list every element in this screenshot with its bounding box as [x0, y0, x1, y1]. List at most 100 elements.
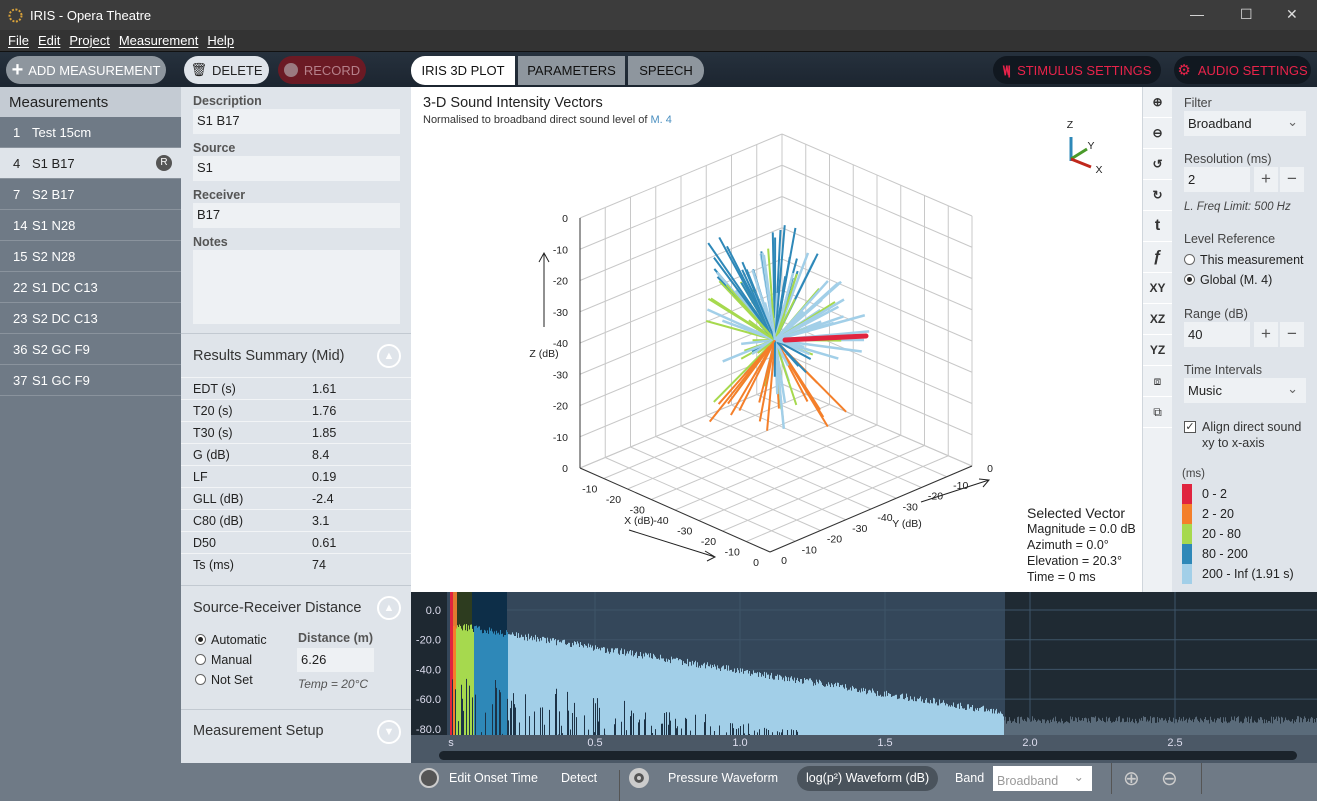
menu-edit[interactable]: Edit — [38, 30, 60, 51]
radio-not-set[interactable]: Not Set — [195, 670, 267, 690]
tab-speech[interactable]: SPEECH — [628, 56, 704, 85]
measurement-number: 7 — [0, 187, 32, 202]
legend-swatch — [1182, 544, 1192, 564]
sidebar-item-measurement[interactable]: 15S2 N28 — [0, 241, 181, 272]
range-input[interactable]: 40 — [1184, 322, 1250, 347]
delete-button[interactable]: 🗑DELETE — [184, 56, 269, 84]
measurement-name: S2 N28 — [32, 249, 75, 264]
result-name: T30 (s) — [193, 422, 233, 444]
audio-settings-button[interactable]: ⚙AUDIO SETTINGS — [1174, 56, 1311, 84]
z-axis-label: Z (dB) — [529, 348, 558, 360]
menu-project[interactable]: Project — [69, 30, 109, 51]
sidebar-item-measurement[interactable]: 22S1 DC C13 — [0, 272, 181, 303]
legend-item: 0 - 2 — [1182, 484, 1227, 504]
cube-view-icon[interactable]: ⧈ — [1143, 366, 1172, 397]
notes-input[interactable] — [193, 250, 400, 324]
measurement-name: S2 GC F9 — [32, 342, 90, 357]
iris-3d-plot[interactable]: 3-D Sound Intensity Vectors Normalised t… — [411, 87, 1142, 592]
resolution-increase-button[interactable]: + — [1254, 167, 1278, 192]
tab-iris-3d-plot[interactable]: IRIS 3D PLOT — [411, 56, 515, 85]
gear-icon: ⚙ — [1177, 61, 1190, 79]
tilt-down-icon[interactable]: ƒ — [1143, 242, 1172, 273]
waveform-zoom-in-icon[interactable]: ⊕ — [1123, 766, 1140, 791]
sidebar-item-measurement[interactable]: 4S1 B17R — [0, 148, 181, 179]
measurement-name: S2 DC C13 — [32, 311, 98, 326]
time-intervals-select[interactable]: Music⌄ — [1184, 378, 1306, 403]
sidebar-item-measurement[interactable]: 23S2 DC C13 — [0, 303, 181, 334]
zoom-in-icon[interactable]: ⊕ — [1143, 87, 1172, 118]
resolution-decrease-button[interactable]: − — [1280, 167, 1304, 192]
collapse-distance-button[interactable]: ▲ — [377, 596, 401, 620]
log-waveform-button[interactable]: log(p²) Waveform (dB) — [797, 766, 938, 791]
sidebar-item-measurement[interactable]: 1Test 15cm — [0, 117, 181, 148]
collapse-results-button[interactable]: ▲ — [377, 344, 401, 368]
resolution-input[interactable]: 2 — [1184, 167, 1250, 192]
record-button[interactable]: RECORD — [278, 56, 366, 84]
add-measurement-button[interactable]: +ADD MEASUREMENT — [6, 56, 166, 84]
gizmo-x-arrow — [1071, 159, 1091, 167]
stimulus-settings-button[interactable]: \/\|STIMULUS SETTINGS — [993, 56, 1161, 84]
radio-manual[interactable]: Manual — [195, 650, 267, 670]
range-increase-button[interactable]: + — [1254, 322, 1278, 347]
minimize-button[interactable]: — — [1190, 6, 1204, 22]
receiver-input[interactable]: B17 — [193, 203, 400, 228]
distance-input[interactable]: 6.26 — [297, 648, 374, 672]
left-bottom-bar — [181, 763, 411, 794]
y-tick-label: -20 — [928, 491, 943, 503]
description-input[interactable]: S1 B17 — [193, 109, 400, 134]
rotate-z-cw-icon[interactable]: ↻ — [1143, 180, 1172, 211]
result-value: 74 — [312, 554, 326, 576]
maximize-button[interactable]: ☐ — [1240, 6, 1253, 23]
view-yz-button[interactable]: YZ — [1143, 335, 1172, 366]
trash-icon: 🗑 — [190, 62, 207, 78]
tilt-up-icon[interactable]: t — [1143, 211, 1172, 242]
plot-tools: ⊕ ⊖ ↺ ↻ t ƒ XY XZ YZ ⧈ ⧉ — [1142, 87, 1172, 592]
radio-this-measurement[interactable]: This measurement — [1184, 250, 1304, 270]
radio-automatic[interactable]: Automatic — [195, 630, 267, 650]
measurement-name: Test 15cm — [32, 125, 91, 140]
detect-button[interactable]: Detect — [561, 771, 597, 785]
filter-select[interactable]: Broadband⌄ — [1184, 111, 1306, 136]
record-icon — [284, 63, 298, 77]
edit-onset-time-button[interactable]: Edit Onset Time — [449, 771, 538, 785]
cube-view-alt-icon[interactable]: ⧉ — [1143, 397, 1172, 428]
sidebar-item-measurement[interactable]: 37S1 GC F9 — [0, 365, 181, 396]
close-button[interactable]: ✕ — [1286, 6, 1298, 23]
source-input[interactable]: S1 — [193, 156, 400, 181]
legend-swatch — [1182, 524, 1192, 544]
measurement-number: 4 — [0, 156, 32, 171]
range-decrease-button[interactable]: − — [1280, 322, 1304, 347]
pressure-waveform-button[interactable]: Pressure Waveform — [668, 771, 778, 785]
waveform-chart[interactable]: 0.0-20.0-40.0-60.0-80.0s0.51.01.52.02.5 — [411, 592, 1317, 763]
results-row: T30 (s) 1.85 — [181, 421, 411, 443]
x-tick-label: -10 — [725, 547, 740, 559]
legend-item: 200 - Inf (1.91 s) — [1182, 564, 1294, 584]
sidebar-item-measurement[interactable]: 36S2 GC F9 — [0, 334, 181, 365]
waveform-zoom-out-icon[interactable]: ⊖ — [1161, 766, 1178, 791]
sidebar-item-measurement[interactable]: 7S2 B17 — [0, 179, 181, 210]
eye-icon[interactable] — [629, 768, 649, 788]
menu-help[interactable]: Help — [207, 30, 234, 51]
sidebar-item-measurement[interactable]: 14S1 N28 — [0, 210, 181, 241]
radio-global[interactable]: Global (M. 4) — [1184, 270, 1304, 290]
view-xz-button[interactable]: XZ — [1143, 304, 1172, 335]
scrollbar-thumb[interactable] — [439, 751, 1297, 760]
expand-setup-button[interactable]: ▼ — [377, 720, 401, 744]
waveform-panel[interactable]: 0.0-20.0-40.0-60.0-80.0s0.51.01.52.02.5 — [411, 592, 1317, 763]
menu-measurement[interactable]: Measurement — [119, 30, 198, 51]
menu-file[interactable]: File — [8, 30, 29, 51]
view-xy-button[interactable]: XY — [1143, 273, 1172, 304]
band-select[interactable]: Broadband⌄ — [993, 766, 1092, 791]
zoom-out-icon[interactable]: ⊖ — [1143, 118, 1172, 149]
y-tick-label: -30 — [903, 501, 918, 513]
y-tick-label: -10 — [953, 480, 968, 492]
rotate-z-ccw-icon[interactable]: ↺ — [1143, 149, 1172, 180]
result-value: 1.85 — [312, 422, 336, 444]
z-tick-label: -10 — [553, 432, 568, 444]
result-value: 1.76 — [312, 400, 336, 422]
results-summary-header: Results Summary (Mid)▲ — [181, 333, 411, 377]
tab-parameters[interactable]: PARAMETERS — [518, 56, 625, 85]
align-direct-sound-checkbox[interactable]: ✓ Align direct sound xy to x-axis — [1184, 419, 1312, 451]
y-axis-line — [770, 466, 972, 552]
clock-icon[interactable] — [419, 768, 439, 788]
